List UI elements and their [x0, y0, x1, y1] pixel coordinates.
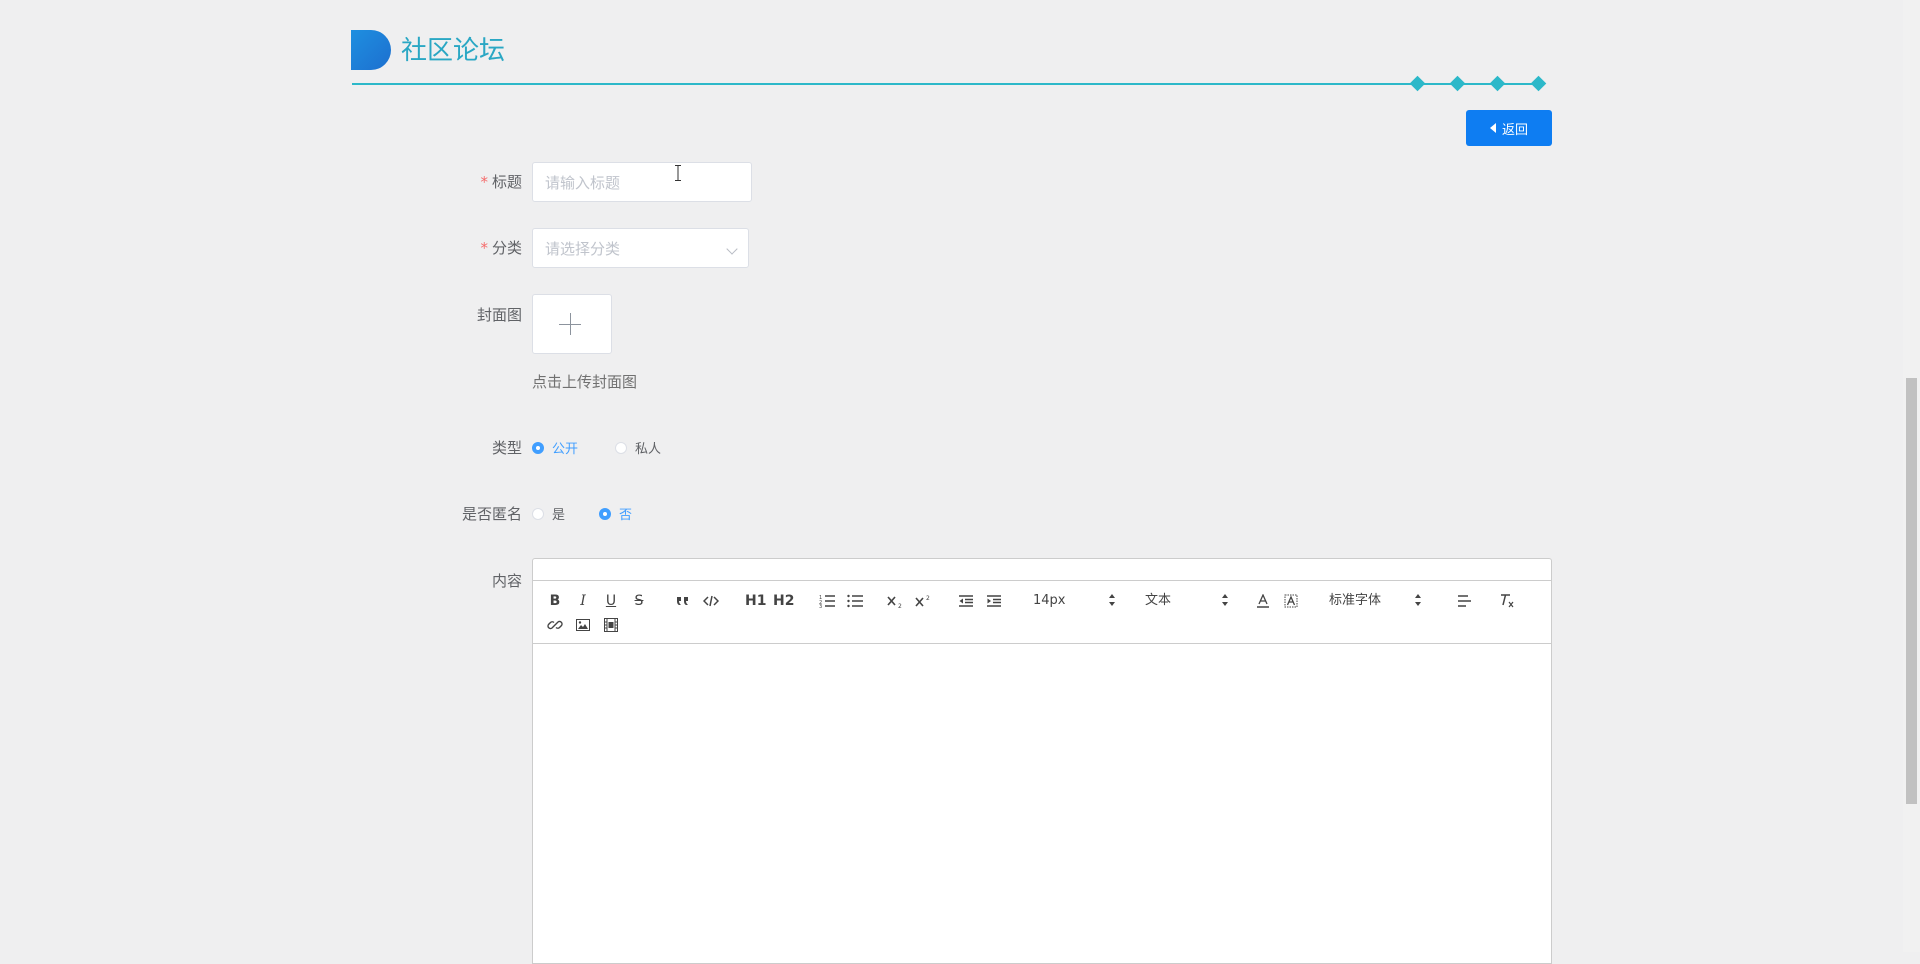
bold-icon[interactable]: B: [546, 592, 564, 610]
caret-left-icon: [1489, 123, 1496, 133]
type-radio-private[interactable]: 私人: [615, 438, 661, 457]
underline-icon[interactable]: U: [602, 592, 620, 610]
video-icon[interactable]: [602, 616, 620, 634]
content-label: 内容: [491, 572, 522, 590]
cover-upload-button[interactable]: [532, 294, 612, 354]
svg-text:2: 2: [926, 595, 930, 602]
font-family-arrows-icon: [1415, 594, 1421, 606]
editor-content-area[interactable]: [532, 644, 1552, 964]
type-label: 类型: [491, 439, 522, 457]
text-cursor-icon: [675, 165, 681, 181]
code-block-icon[interactable]: [702, 592, 720, 610]
font-size-select[interactable]: 14px: [1033, 593, 1066, 609]
clean-icon[interactable]: [1498, 592, 1516, 610]
diamond-decoration: [1449, 75, 1466, 92]
blockquote-icon[interactable]: [674, 592, 692, 610]
radio-icon: [532, 507, 544, 520]
indent-icon[interactable]: [985, 592, 1003, 610]
superscript-icon[interactable]: 2: [915, 592, 933, 610]
font-size-arrows-icon: [1109, 594, 1115, 606]
editor-top-bar: [532, 558, 1552, 580]
h2-icon[interactable]: H2: [773, 592, 794, 610]
category-label: * 分类: [480, 239, 522, 257]
link-icon[interactable]: [546, 616, 564, 634]
diamond-decoration: [1530, 75, 1547, 92]
background-color-icon[interactable]: [1282, 592, 1300, 610]
image-icon[interactable]: [574, 616, 592, 634]
italic-icon[interactable]: I: [574, 592, 592, 610]
diamond-decoration: [1409, 75, 1426, 92]
logo-icon: [351, 30, 391, 70]
back-button[interactable]: 返回: [1466, 110, 1552, 146]
svg-text:3: 3: [819, 604, 822, 608]
type-radio-public[interactable]: 公开: [532, 438, 578, 457]
align-icon[interactable]: [1455, 592, 1473, 610]
outdent-icon[interactable]: [957, 592, 975, 610]
ordered-list-icon[interactable]: 123: [818, 592, 836, 610]
font-family-select[interactable]: 标准字体: [1329, 593, 1381, 609]
diamond-decoration: [1489, 75, 1506, 92]
cover-upload-hint: 点击上传封面图: [532, 373, 638, 391]
category-select[interactable]: 请选择分类: [532, 228, 749, 268]
anonymous-radio-no[interactable]: 否: [599, 504, 632, 523]
title-label: * 标题: [480, 173, 522, 191]
scrollbar-thumb[interactable]: [1906, 378, 1917, 804]
header-select[interactable]: 文本: [1145, 593, 1171, 609]
radio-icon: [532, 441, 544, 454]
font-color-icon[interactable]: [1254, 592, 1272, 610]
category-placeholder: 请选择分类: [545, 239, 621, 258]
radio-icon: [615, 441, 627, 454]
title-placeholder: 请输入标题: [545, 173, 621, 192]
anonymous-label: 是否匿名: [461, 505, 522, 523]
bullet-list-icon[interactable]: [846, 592, 864, 610]
strike-icon[interactable]: S: [630, 592, 648, 610]
chevron-down-icon: [726, 243, 738, 255]
back-button-label: 返回: [1501, 122, 1528, 138]
cover-label: 封面图: [476, 306, 522, 324]
page-title: 社区论坛: [401, 36, 506, 66]
anonymous-radio-yes[interactable]: 是: [532, 504, 565, 523]
header-select-arrows-icon: [1222, 594, 1228, 606]
radio-icon: [599, 507, 611, 520]
title-input[interactable]: 请输入标题: [532, 162, 752, 202]
header-divider: [352, 83, 1544, 85]
h1-icon[interactable]: H1: [745, 592, 766, 610]
subscript-icon[interactable]: 2: [887, 592, 905, 610]
editor-toolbar: B I U S H1 H2 123 2 2 14px 文本 标准字体: [532, 580, 1552, 644]
svg-text:2: 2: [898, 603, 902, 608]
